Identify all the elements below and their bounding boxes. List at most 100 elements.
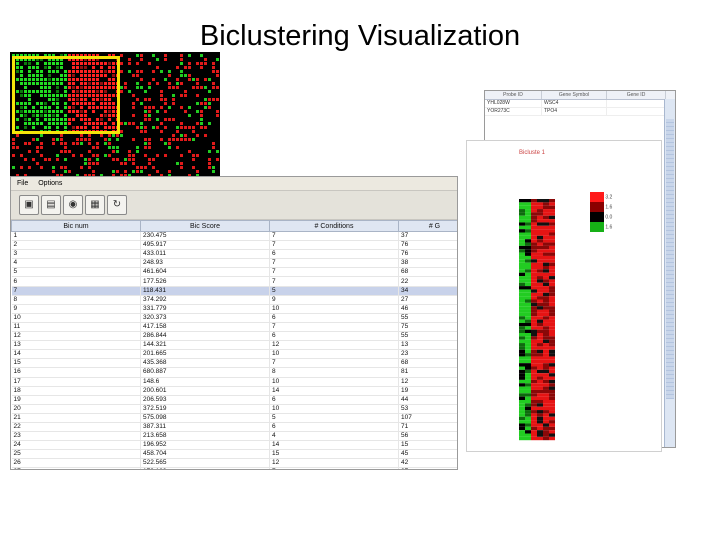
heatmap-cell <box>164 118 167 121</box>
table-row[interactable]: 10 320.373 6 55 <box>11 313 457 323</box>
heatmap-cell <box>531 292 537 297</box>
heatmap-cell <box>525 413 531 417</box>
heatmap-cell <box>112 170 115 173</box>
heatmap-cell <box>537 329 543 333</box>
table-row[interactable]: 19 206.593 6 44 <box>11 395 457 405</box>
globe-icon[interactable]: ◉ <box>63 195 83 215</box>
heatmap-cell <box>104 154 107 157</box>
table-row[interactable]: 20 372.519 10 53 <box>11 404 457 414</box>
table-row[interactable]: 7 118.431 5 34 <box>11 286 457 296</box>
table-row[interactable]: 5 461.604 7 68 <box>11 267 457 278</box>
column-header-probe-id[interactable]: Probe ID <box>485 91 542 99</box>
heatmap-cell <box>549 269 555 273</box>
table-cell: 6 <box>269 331 399 342</box>
table-row[interactable]: 9 331.779 10 46 <box>11 304 457 314</box>
table-row[interactable]: 14 201.665 10 23 <box>11 349 457 360</box>
heatmap-cell <box>537 393 543 397</box>
heatmap-cell <box>52 166 55 169</box>
heatmap-cell <box>160 70 163 73</box>
heatmap-cell <box>531 322 537 327</box>
heatmap-cell <box>140 130 143 133</box>
heatmap-cell <box>531 302 537 307</box>
list-item[interactable]: YHL028W WSC4 <box>485 100 675 108</box>
table-row[interactable]: 23 213.658 4 56 <box>11 431 457 442</box>
table-cell: 3 <box>11 249 141 260</box>
table-row[interactable]: 27179.189727 <box>11 467 457 469</box>
table-row[interactable]: 1 230.475 7 37 <box>11 231 457 242</box>
heatmap-cell <box>549 242 555 246</box>
table-row[interactable]: 26 522.565 12 42 <box>11 458 457 469</box>
table-row[interactable]: 2 495.917 7 76 <box>11 240 457 251</box>
heatmap-cell <box>212 66 215 69</box>
heatmap-cell <box>525 356 531 360</box>
list-item[interactable]: YOR273C TPO4 <box>485 108 675 116</box>
heatmap-cell <box>200 122 203 125</box>
scrollbar[interactable] <box>664 99 675 447</box>
table-row[interactable]: 6 177.526 7 22 <box>11 276 457 287</box>
heatmap-cell <box>543 353 549 357</box>
save-icon[interactable]: ▣ <box>19 195 39 215</box>
table-row[interactable]: 15 435.368 7 68 <box>11 358 457 369</box>
table-row[interactable]: 21 575.098 5 107 <box>11 413 457 423</box>
table-row[interactable]: 12 286.844 6 55 <box>11 331 457 342</box>
table-row[interactable]: 3 433.011 6 76 <box>11 249 457 260</box>
table-row[interactable]: 13 144.321 12 13 <box>11 340 457 351</box>
column-header-bic-score[interactable]: Bic Score <box>140 220 270 232</box>
column-header-gene-symbol[interactable]: Gene Symbol <box>542 91 607 99</box>
heatmap-cell <box>212 98 215 101</box>
heatmap-cell <box>525 373 531 377</box>
heatmap-cell <box>549 252 555 256</box>
table-cell: 575.098 <box>140 413 270 423</box>
table-row[interactable]: 8 374.292 9 27 <box>11 295 457 305</box>
heatmap-cell <box>116 150 119 153</box>
heatmap-cell <box>537 292 543 297</box>
table-cell: 20 <box>11 404 141 414</box>
heatmap-cell <box>519 410 525 414</box>
heatmap-cell <box>56 158 59 161</box>
menu-options[interactable]: Options <box>38 180 62 187</box>
heatmap-cell <box>549 225 555 230</box>
heatmap-cell <box>180 70 183 73</box>
table-cell: 2 <box>11 240 141 251</box>
column-header-gene-id[interactable]: Gene ID <box>607 91 666 99</box>
heatmap-cell <box>531 282 537 287</box>
heatmap-cell <box>519 423 525 427</box>
heatmap-cell <box>537 296 543 300</box>
table-cell: 177.526 <box>140 276 270 287</box>
column-header-bic-num[interactable]: Bic num <box>11 220 141 232</box>
heatmap-cell <box>96 158 99 161</box>
menu-file[interactable]: File <box>17 180 28 187</box>
heatmap-cell <box>543 339 549 344</box>
grid-icon[interactable]: ▦ <box>85 195 105 215</box>
refresh-icon[interactable]: ↻ <box>107 195 127 215</box>
heatmap-cell <box>40 154 43 157</box>
heatmap-cell <box>549 202 555 206</box>
gene-list-header: Probe ID Gene Symbol Gene ID <box>485 91 675 100</box>
table-row[interactable]: 17 148.6 10 12 <box>11 377 457 387</box>
scrollbar-thumb[interactable] <box>666 119 674 399</box>
print-icon[interactable]: ▤ <box>41 195 61 215</box>
heatmap-cell <box>148 142 151 145</box>
heatmap-cell <box>208 162 211 165</box>
heatmap-cell <box>176 86 179 89</box>
heatmap-cell <box>525 229 531 233</box>
table-row[interactable]: 25 458.704 15 45 <box>11 449 457 460</box>
heatmap-cell <box>28 142 31 145</box>
heatmap-cell <box>543 389 549 394</box>
table-row[interactable]: 24 196.952 14 15 <box>11 440 457 451</box>
table-row[interactable]: 16 680.887 8 81 <box>11 367 457 378</box>
heatmap-cell <box>72 142 75 145</box>
column-header-conditions[interactable]: # Conditions <box>269 220 399 232</box>
heatmap-cell <box>543 289 549 293</box>
table-row[interactable]: 4 248.93 7 38 <box>11 258 457 269</box>
menu-bar: File Options <box>11 177 457 190</box>
table-row[interactable]: 22 387.311 6 71 <box>11 422 457 433</box>
heatmap-cell <box>537 229 543 233</box>
heatmap-cell <box>537 426 543 431</box>
heatmap-cell <box>144 118 147 121</box>
table-row[interactable]: 18 200.601 14 19 <box>11 386 457 396</box>
table-cell: 24 <box>11 440 141 451</box>
table-row[interactable]: 11 417.158 7 75 <box>11 322 457 333</box>
heatmap-cell <box>537 420 543 424</box>
column-header-genes[interactable]: # G <box>398 220 457 232</box>
